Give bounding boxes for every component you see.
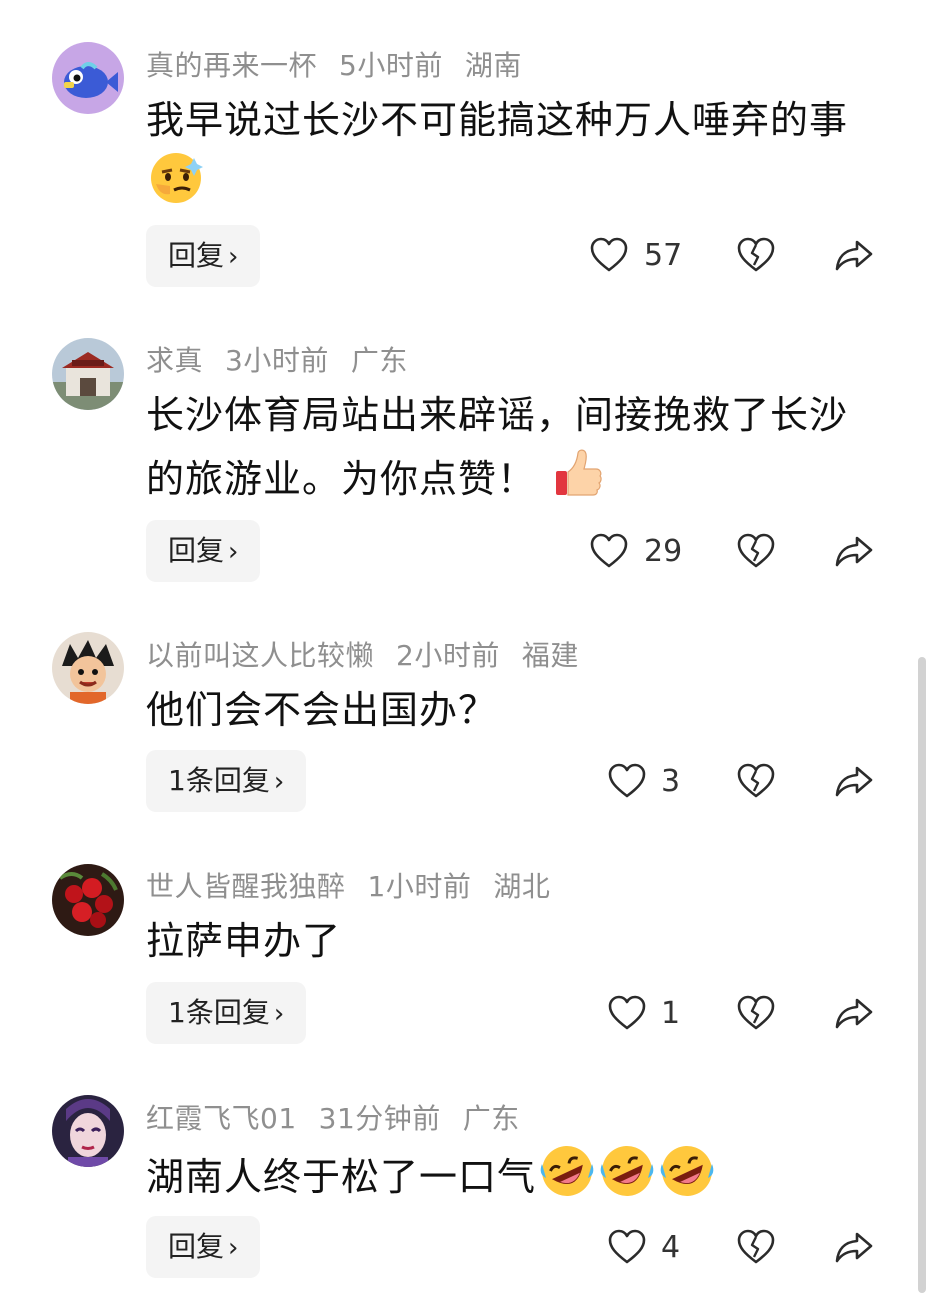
reply-button[interactable]: 1条回复 ›	[146, 750, 307, 812]
reply-label: 回复	[168, 534, 225, 567]
chevron-right-icon: ›	[228, 242, 239, 272]
share-button[interactable]	[834, 1228, 874, 1270]
like-button[interactable]	[607, 762, 647, 804]
broken-heart-icon	[737, 1229, 775, 1264]
share-button[interactable]	[834, 762, 874, 804]
heart-icon	[590, 237, 628, 272]
chevron-right-icon: ›	[228, 1233, 239, 1263]
thumbs-up-emoji	[550, 445, 606, 518]
location: 福建	[521, 639, 579, 672]
share-arrow-icon	[835, 536, 873, 567]
reply-button[interactable]: 回复 ›	[146, 225, 261, 287]
broken-heart-icon	[737, 533, 775, 568]
like-button[interactable]	[589, 236, 629, 278]
reply-button[interactable]: 回复 ›	[146, 520, 261, 582]
share-arrow-icon	[835, 998, 873, 1029]
heart-icon	[608, 763, 646, 798]
reply-button[interactable]: 回复 ›	[146, 1216, 261, 1278]
chevron-right-icon: ›	[273, 999, 285, 1029]
avatar[interactable]	[52, 864, 124, 936]
dislike-button[interactable]	[736, 532, 776, 574]
like-count: 57	[644, 238, 683, 273]
heart-icon	[590, 533, 628, 568]
rofl-face-emoji	[538, 1142, 596, 1217]
comment-body: 长沙体育局站出来辟谣，间接挽救了长沙的旅游业。为你点赞！	[146, 393, 849, 501]
comment-text: 拉萨申办了	[146, 911, 856, 971]
comment-meta: 红霞飞飞01 31分钟前 广东	[146, 1097, 542, 1137]
comment-body: 拉萨申办了	[146, 919, 342, 963]
reply-button[interactable]: 1条回复 ›	[146, 982, 307, 1044]
avatar[interactable]	[52, 1095, 124, 1167]
rofl-face-emoji	[598, 1142, 656, 1217]
timestamp: 3小时前	[225, 344, 329, 377]
comment-body: 湖南人终于松了一口气	[146, 1155, 537, 1199]
comment-text: 湖南人终于松了一口气	[146, 1142, 856, 1217]
location: 广东	[462, 1102, 520, 1135]
like-button[interactable]	[589, 532, 629, 574]
dislike-button[interactable]	[736, 1228, 776, 1270]
avatar[interactable]	[52, 42, 124, 114]
share-arrow-icon	[835, 766, 873, 797]
share-arrow-icon	[835, 1232, 873, 1263]
comment-meta: 真的再来一杯 5小时前 湖南	[146, 44, 544, 84]
username[interactable]: 真的再来一杯	[146, 49, 317, 82]
heart-icon	[608, 1229, 646, 1264]
share-button[interactable]	[834, 994, 874, 1036]
comment-text: 我早说过长沙不可能搞这种万人唾弃的事	[146, 90, 856, 223]
location: 湖南	[464, 49, 522, 82]
comment-meta: 求真 3小时前 广东	[146, 339, 430, 379]
like-count: 1	[661, 996, 681, 1031]
dislike-button[interactable]	[736, 762, 776, 804]
chevron-right-icon: ›	[228, 537, 239, 567]
timestamp: 2小时前	[396, 639, 500, 672]
comment-meta: 以前叫这人比较懒 2小时前 福建	[146, 634, 601, 674]
timestamp: 1小时前	[367, 870, 472, 903]
comment-meta: 世人皆醒我独醉 1小时前 湖北	[146, 865, 572, 905]
timestamp: 5小时前	[339, 49, 443, 82]
share-button[interactable]	[834, 236, 874, 278]
location: 湖北	[493, 870, 551, 903]
avatar[interactable]	[52, 632, 124, 704]
username[interactable]: 以前叫这人比较懒	[146, 639, 374, 672]
broken-heart-icon	[737, 995, 775, 1030]
like-count: 4	[661, 1230, 681, 1265]
comment-text: 他们会不会出国办？	[146, 680, 856, 740]
dislike-button[interactable]	[736, 994, 776, 1036]
share-arrow-icon	[835, 240, 873, 271]
avatar[interactable]	[52, 338, 124, 410]
scrollbar[interactable]	[918, 657, 926, 1293]
share-button[interactable]	[834, 532, 874, 574]
reply-label: 回复	[168, 1230, 225, 1263]
chevron-right-icon: ›	[273, 767, 285, 797]
dislike-button[interactable]	[736, 236, 776, 278]
comment-body: 他们会不会出国办？	[146, 688, 498, 732]
timestamp: 31分钟前	[318, 1102, 441, 1135]
like-count: 3	[661, 764, 681, 799]
reply-label: 1条回复	[168, 764, 270, 797]
like-count: 29	[644, 534, 683, 569]
smirk-face-emoji	[148, 150, 204, 223]
username[interactable]: 世人皆醒我独醉	[146, 870, 346, 903]
heart-icon	[608, 995, 646, 1030]
broken-heart-icon	[737, 763, 775, 798]
comment-text: 长沙体育局站出来辟谣，间接挽救了长沙的旅游业。为你点赞！	[146, 385, 856, 518]
reply-label: 回复	[168, 239, 225, 272]
broken-heart-icon	[737, 237, 775, 272]
like-button[interactable]	[607, 1228, 647, 1270]
location: 广东	[350, 344, 408, 377]
username[interactable]: 红霞飞飞01	[146, 1102, 297, 1135]
comment-body: 我早说过长沙不可能搞这种万人唾弃的事	[146, 98, 849, 142]
rofl-face-emoji	[658, 1142, 716, 1217]
like-button[interactable]	[607, 994, 647, 1036]
reply-label: 1条回复	[168, 996, 270, 1029]
username[interactable]: 求真	[146, 344, 203, 377]
